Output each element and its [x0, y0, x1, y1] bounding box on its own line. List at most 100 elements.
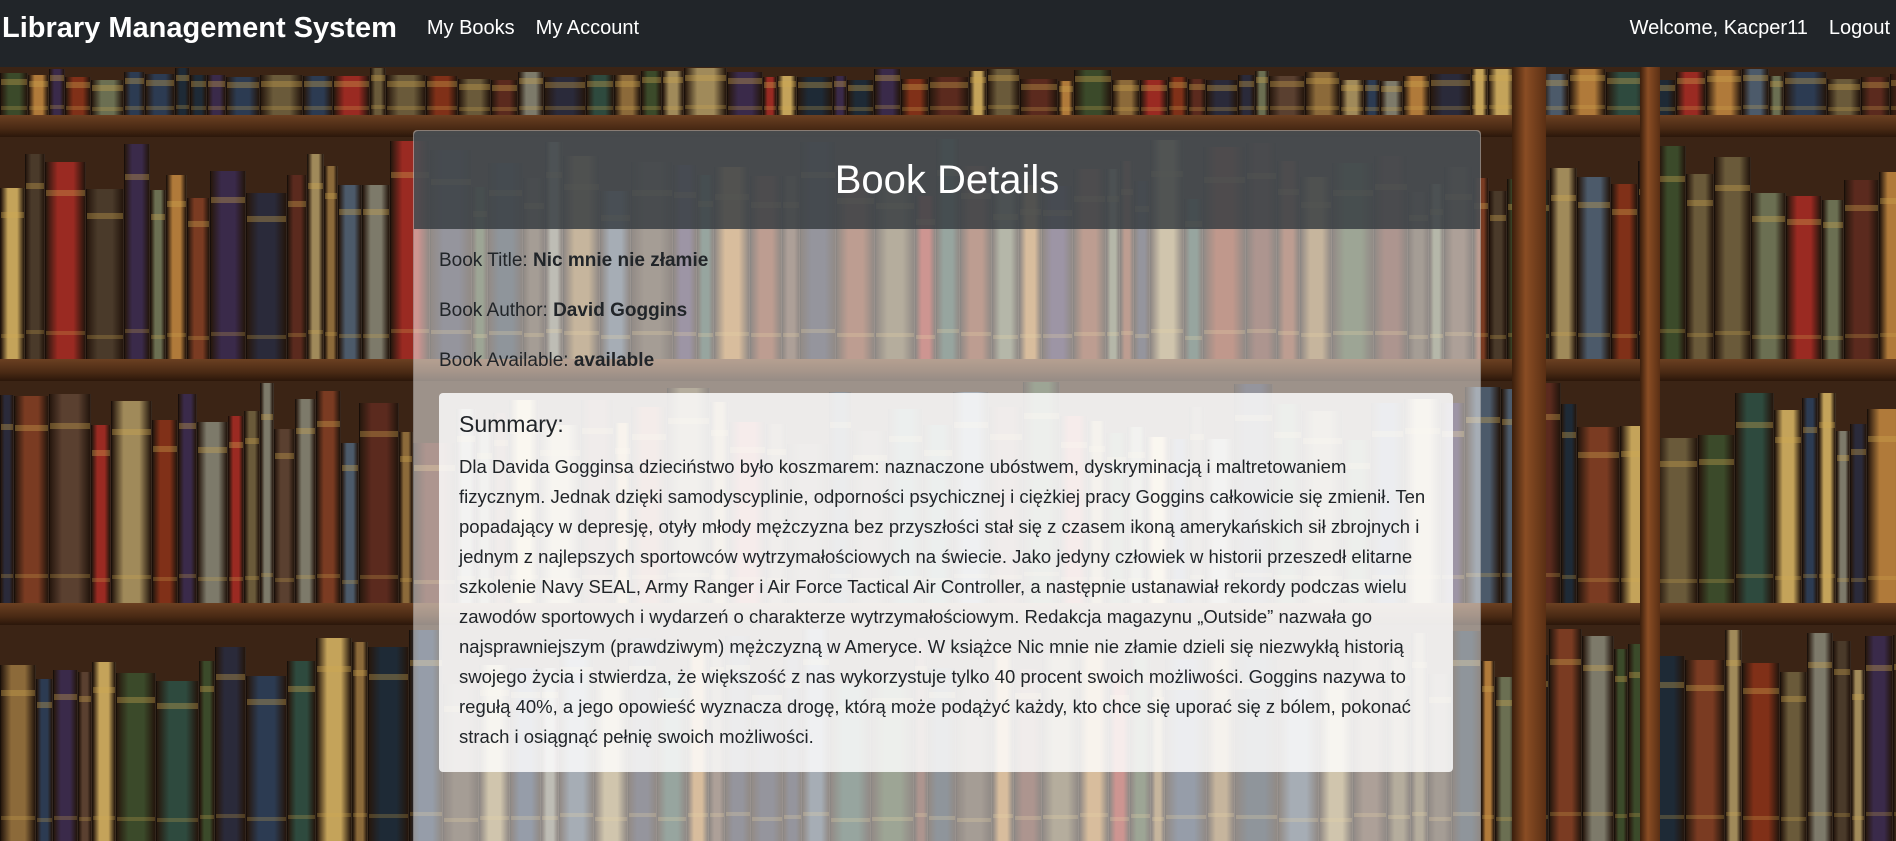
book-spine [1833, 641, 1851, 841]
book-spine [797, 77, 833, 115]
book-spine [1706, 70, 1742, 115]
book-spine [1827, 79, 1861, 115]
book-spine [92, 662, 116, 841]
logout-link[interactable]: Logout [1829, 17, 1890, 40]
book-spine [491, 80, 518, 115]
book-spine [1769, 76, 1784, 115]
book-spine [362, 185, 390, 359]
book-spine [228, 416, 244, 603]
summary-heading: Summary: [459, 411, 564, 437]
book-author-value: David Goggins [553, 300, 688, 321]
nav-link-my-account[interactable]: My Account [536, 17, 639, 40]
book-spine [178, 394, 197, 603]
book-spine [1614, 649, 1628, 841]
card-header: Book Details [414, 131, 1480, 229]
book-spine [65, 77, 91, 115]
book-spine [1851, 670, 1865, 841]
book-spine [324, 166, 338, 359]
book-spine [399, 432, 413, 603]
book-spine [1850, 424, 1867, 603]
book-spine [199, 661, 215, 841]
book-spine [1714, 157, 1751, 359]
book-spine [1269, 76, 1305, 115]
book-spine [1807, 633, 1833, 841]
book-spine [152, 420, 178, 603]
book-spine [1380, 81, 1403, 115]
book-spine [287, 661, 316, 841]
book-spine [874, 69, 901, 115]
book-spine [1867, 409, 1896, 603]
book-spine [36, 679, 53, 841]
book-spine [295, 399, 316, 603]
book-spine [316, 391, 341, 603]
book-available-label: Book Available: [439, 350, 574, 371]
book-spine [1818, 393, 1836, 603]
book-spine [1751, 193, 1786, 359]
book-spine [518, 72, 544, 115]
book-spine [0, 73, 28, 115]
book-spine [1238, 75, 1255, 115]
book-spine [124, 144, 150, 359]
book-spine [14, 396, 49, 603]
book-spine [25, 154, 45, 359]
book-available-row: Book Available: available [439, 351, 1455, 371]
book-spine [1058, 81, 1074, 115]
book-spine [1561, 404, 1577, 603]
welcome-text: Welcome, Kacper11 [1629, 17, 1808, 39]
book-spine [929, 77, 969, 115]
book-spine [1489, 191, 1507, 359]
book-spine [1577, 177, 1611, 359]
book-spine [1735, 393, 1774, 603]
book-spine [1879, 172, 1896, 359]
book-spine [145, 74, 175, 115]
book-spine [338, 185, 362, 359]
book-spine [1020, 79, 1058, 115]
book-spine [1140, 80, 1168, 115]
book-spine [1890, 74, 1896, 115]
book-spine [49, 69, 65, 115]
book-spine [333, 76, 370, 115]
book-spine [124, 72, 145, 115]
book-spine [847, 80, 874, 115]
book-spine [1822, 200, 1844, 359]
book-spine [368, 647, 409, 841]
book-spine [1844, 180, 1879, 359]
summary-text: Dla Davida Gogginsa dzieciństwo było kos… [459, 456, 1426, 747]
book-spine [1611, 184, 1638, 359]
book-spine [370, 68, 386, 115]
book-spine [1786, 196, 1822, 359]
page-title: Book Details [834, 157, 1060, 202]
book-spine [969, 71, 987, 115]
book-spine [662, 71, 684, 115]
brand-link[interactable]: Library Management System [2, 12, 397, 45]
book-spine [1725, 630, 1742, 841]
book-spine [586, 75, 614, 115]
book-spine [458, 79, 491, 115]
book-spine [1543, 74, 1569, 115]
book-spine [28, 75, 49, 115]
book-spine [386, 75, 426, 115]
book-spine [45, 162, 86, 359]
nav-link-my-books[interactable]: My Books [427, 17, 515, 40]
book-spine [1364, 80, 1380, 115]
book-title-value: Nic mnie nie złamie [533, 250, 709, 271]
book-spine [1206, 80, 1238, 115]
book-spine [1577, 427, 1620, 603]
book-spine [1836, 431, 1850, 603]
book-spine [53, 670, 78, 841]
book-spine [1780, 672, 1807, 841]
book-spine [777, 76, 797, 115]
book-spine [1659, 146, 1686, 359]
book-spine [260, 75, 303, 115]
book-spine [207, 75, 226, 115]
book-spine [260, 383, 274, 603]
book-spine [274, 429, 295, 603]
book-title-label: Book Title: [439, 250, 533, 271]
book-spine [215, 647, 246, 841]
book-spine [987, 69, 1020, 115]
book-spine [1074, 70, 1112, 115]
book-spine [1676, 72, 1706, 115]
book-spine [303, 76, 333, 115]
book-title-row: Book Title: Nic mnie nie złamie [439, 251, 1455, 271]
book-spine [197, 422, 228, 603]
